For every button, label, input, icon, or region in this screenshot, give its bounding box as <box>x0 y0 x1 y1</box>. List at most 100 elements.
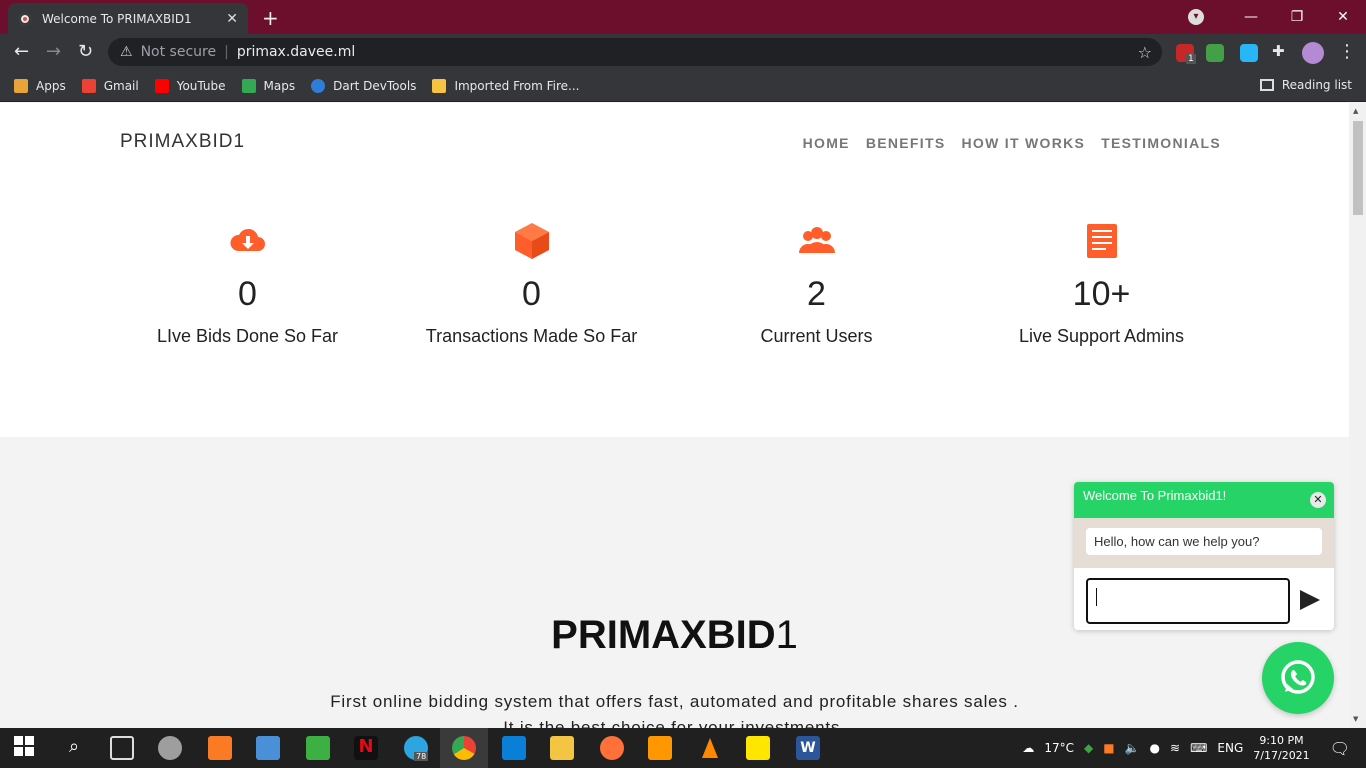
xampp-tray-icon[interactable]: ■ <box>1103 741 1114 755</box>
nav-benefits[interactable]: BENEFITS <box>866 135 946 151</box>
menu-kebab-icon[interactable]: ⋮ <box>1338 41 1356 62</box>
vlc-icon[interactable] <box>698 736 722 760</box>
scrollbar-thumb[interactable] <box>1353 121 1363 215</box>
security-label[interactable]: Not secure <box>141 44 217 60</box>
whatsapp-chat-widget: Welcome To Primaxbid1! ✕ Hello, how can … <box>1074 482 1334 630</box>
tab-search-icon[interactable]: ▾ <box>1188 9 1204 25</box>
word-icon[interactable]: W <box>796 736 820 760</box>
chat-input[interactable] <box>1086 578 1290 624</box>
hero-title-light: 1 <box>775 613 798 657</box>
stats-section: PRIMAXBID1 HOME BENEFITS HOW IT WORKS TE… <box>0 103 1349 437</box>
search-icon[interactable]: ⌕ <box>62 736 86 760</box>
reload-icon[interactable]: ↻ <box>78 41 93 62</box>
folder-icon <box>432 78 447 93</box>
system-tray: ☁ 17°C ◆ ■ 🔈 ● ≋ ⌨ ENG 9:10 PM 7/17/2021… <box>1022 728 1366 768</box>
keyboard-icon[interactable]: ⌨ <box>1190 741 1207 755</box>
back-icon[interactable]: ← <box>14 41 29 62</box>
profile-avatar[interactable] <box>1302 42 1324 64</box>
chat-close-icon[interactable]: ✕ <box>1310 492 1326 508</box>
tab-title: Welcome To PRIMAXBID1 <box>42 11 192 26</box>
stat-label: LIve Bids Done So Far <box>156 326 339 346</box>
page-scrollbar[interactable]: ▲ ▼ <box>1349 103 1366 728</box>
chat-header: Welcome To Primaxbid1! ✕ <box>1074 482 1334 518</box>
stat-current-users: 2 Current Users <box>674 221 959 347</box>
stat-transactions: 0 Transactions Made So Far <box>389 221 674 347</box>
browser-tab[interactable]: Welcome To PRIMAXBID1 ✕ <box>8 3 248 34</box>
weather-temp[interactable]: 17°C <box>1044 741 1074 755</box>
forward-icon[interactable]: → <box>46 41 61 62</box>
site-brand[interactable]: PRIMAXBID1 <box>120 131 245 153</box>
clock-time: 9:10 PM <box>1259 734 1304 747</box>
onedrive-icon[interactable]: ● <box>1150 741 1160 755</box>
bookmark-maps[interactable]: Maps <box>241 78 295 93</box>
send-icon[interactable] <box>1300 590 1320 610</box>
bookmark-youtube[interactable]: YouTube <box>154 78 226 93</box>
windows-taskbar: ⌕ N 78 W ☁ 17°C ◆ ■ 🔈 ● ≋ ⌨ ENG 9:10 PM … <box>0 728 1366 768</box>
chat-body: Hello, how can we help you? <box>1074 518 1334 568</box>
wifi-icon[interactable]: ≋ <box>1170 741 1180 755</box>
weather-cloud-icon[interactable]: ☁ <box>1022 741 1034 755</box>
chat-message: Hello, how can we help you? <box>1086 528 1322 555</box>
browser-toolbar: ← → ↻ ⚠ Not secure | primax.davee.ml ☆ 1… <box>0 34 1366 70</box>
vscode-icon[interactable] <box>502 736 526 760</box>
bookmark-dart-devtools[interactable]: Dart DevTools <box>311 78 416 93</box>
youtube-icon <box>154 78 169 93</box>
clock-date: 7/17/2021 <box>1253 749 1310 762</box>
new-tab-button[interactable]: + <box>262 6 279 30</box>
chat-title: Welcome To Primaxbid1! <box>1083 488 1227 503</box>
nav-home[interactable]: HOME <box>803 135 850 151</box>
stat-label: Live Support Admins <box>1018 326 1185 346</box>
tab-close-icon[interactable]: ✕ <box>226 11 238 27</box>
file-explorer-icon[interactable] <box>550 736 574 760</box>
windows-start-icon[interactable] <box>14 736 38 760</box>
language-indicator[interactable]: ENG <box>1217 741 1243 755</box>
stat-live-bids: 0 LIve Bids Done So Far <box>105 221 390 347</box>
bookmark-gmail[interactable]: Gmail <box>81 78 139 93</box>
window-close-button[interactable]: ✕ <box>1320 9 1366 25</box>
cloud-download-icon <box>228 221 268 261</box>
sublime-text-icon[interactable] <box>648 736 672 760</box>
warning-icon[interactable]: ⚠ <box>120 44 133 60</box>
bookmark-folder-imported[interactable]: Imported From Fire... <box>432 78 579 93</box>
stat-support-admins: 10+ Live Support Admins <box>959 221 1244 347</box>
tray-app-icon[interactable]: ◆ <box>1084 741 1093 755</box>
nav-testimonials[interactable]: TESTIMONIALS <box>1101 135 1221 151</box>
stat-value: 2 <box>807 275 826 313</box>
whatsapp-button[interactable] <box>1262 642 1334 714</box>
bookmark-star-icon[interactable]: ☆ <box>1138 43 1152 62</box>
netflix-icon[interactable]: N <box>354 736 378 760</box>
cube-icon <box>512 221 552 261</box>
extension-icon[interactable] <box>1240 44 1258 62</box>
url-text[interactable]: primax.davee.ml <box>237 44 355 60</box>
stat-value: 10+ <box>1072 275 1131 313</box>
minimize-button[interactable]: — <box>1228 9 1274 25</box>
green-app-icon[interactable] <box>306 736 330 760</box>
page-viewport: PRIMAXBID1 HOME BENEFITS HOW IT WORKS TE… <box>0 103 1349 728</box>
notifications-icon[interactable]: 🗨 <box>1330 739 1350 758</box>
chrome-icon[interactable] <box>452 736 476 760</box>
reading-list-button[interactable]: Reading list <box>1259 78 1352 92</box>
clock[interactable]: 9:10 PM 7/17/2021 <box>1253 733 1309 763</box>
address-bar[interactable]: ⚠ Not secure | primax.davee.ml ☆ <box>108 38 1162 66</box>
extension-icon[interactable] <box>1206 44 1224 62</box>
window-controls: ▾ — ❐ ✕ <box>1188 0 1366 34</box>
extensions-puzzle-icon[interactable]: ✚ <box>1272 42 1285 60</box>
firefox-icon[interactable] <box>600 736 624 760</box>
restore-button[interactable]: ❐ <box>1274 9 1320 25</box>
nav-how-it-works[interactable]: HOW IT WORKS <box>961 135 1085 151</box>
scroll-down-icon[interactable]: ▼ <box>1353 715 1358 723</box>
xampp-icon[interactable] <box>208 736 232 760</box>
bookmarks-bar: Apps Gmail YouTube Maps Dart DevTools Im… <box>0 70 1366 102</box>
hero-line-2: It is the best choice for your investmen… <box>503 718 846 728</box>
volume-icon[interactable]: 🔈 <box>1125 741 1140 755</box>
database-icon[interactable] <box>158 736 182 760</box>
bookmark-apps[interactable]: Apps <box>14 78 66 93</box>
task-view-icon[interactable] <box>110 736 134 760</box>
hero-line-1: First online bidding system that offers … <box>330 692 1019 711</box>
sticky-notes-icon[interactable] <box>746 736 770 760</box>
document-icon <box>1082 221 1122 261</box>
stat-value: 0 <box>238 275 257 313</box>
laptop-app-icon[interactable] <box>256 736 280 760</box>
scroll-up-icon[interactable]: ▲ <box>1353 107 1358 115</box>
extension-badge: 1 <box>1186 54 1196 64</box>
